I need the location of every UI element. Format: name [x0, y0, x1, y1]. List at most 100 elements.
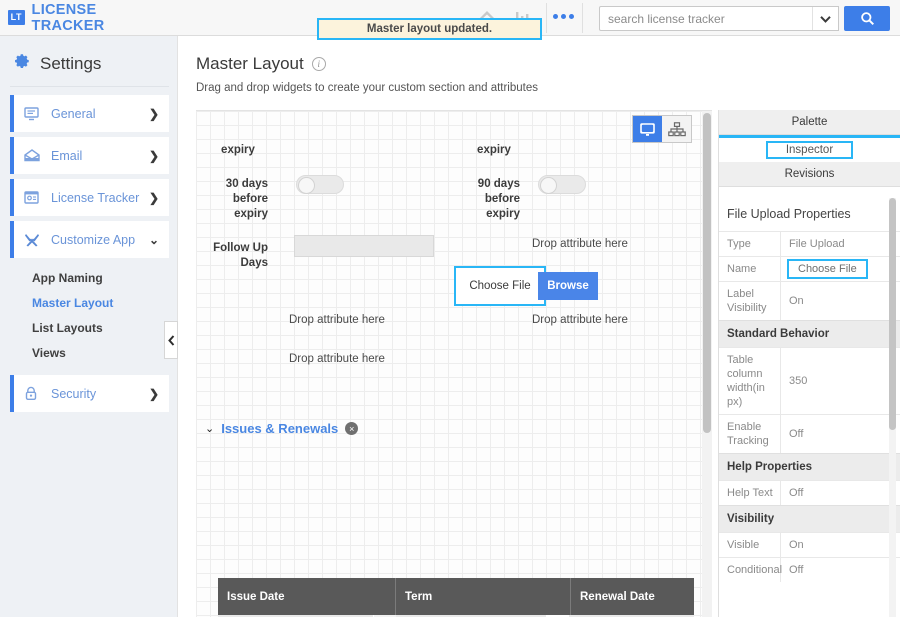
toggle-30-days[interactable]: [296, 175, 344, 194]
more-options-icon[interactable]: [553, 13, 574, 19]
property-value: On: [789, 539, 804, 551]
page-subtitle: Drag and drop widgets to create your cus…: [196, 82, 538, 94]
property-key: Visible: [719, 533, 781, 557]
section-header-issues-renewals: ⌄ Issues & Renewals ×: [205, 421, 359, 436]
property-key: Table column width(in px): [719, 348, 781, 414]
search-button[interactable]: [844, 6, 890, 31]
chevron-down-icon[interactable]: [812, 7, 838, 30]
tab-revisions[interactable]: Revisions: [719, 162, 900, 187]
tab-palette[interactable]: Palette: [719, 110, 900, 135]
sidebar-subitem-master-layout[interactable]: Master Layout: [0, 291, 177, 316]
section-title: Issues & Renewals: [221, 421, 339, 436]
inspector-panel: Palette Inspector Revisions File Upload …: [718, 110, 900, 617]
chevron-right-icon: ❯: [148, 106, 159, 121]
sidebar-item-email[interactable]: Email ❯: [10, 137, 169, 174]
sidebar-item-label: License Tracker: [51, 190, 140, 205]
property-row-help-text: Help Text Off: [719, 480, 900, 505]
chevron-right-icon: ❯: [148, 148, 159, 163]
sidebar-item-security[interactable]: Security ❯: [10, 375, 169, 412]
property-group-label: Help Properties: [727, 461, 812, 473]
toolbar-divider-1: [546, 2, 547, 33]
issues-renewals-table: Issue Date Term Renewal Date: [218, 578, 694, 617]
browse-button[interactable]: Browse: [538, 272, 598, 300]
canvas-scrollbar[interactable]: [702, 111, 712, 617]
sidebar-item-label: Security: [51, 386, 97, 401]
search-input[interactable]: [600, 11, 812, 26]
lock-icon: [24, 386, 44, 401]
sidebar-item-customize-app[interactable]: Customize App ⌄: [10, 221, 169, 258]
property-value: On: [789, 295, 804, 307]
drop-attribute-hint[interactable]: Drop attribute here: [289, 353, 385, 365]
drop-attribute-hint[interactable]: Drop attribute here: [289, 314, 385, 326]
chevron-right-icon: ❯: [148, 386, 159, 401]
sitemap-icon[interactable]: [662, 116, 691, 142]
property-value-wrap: Choose File: [781, 257, 900, 281]
license-icon: [24, 191, 44, 204]
property-key: Label Visibility: [719, 282, 781, 320]
follow-up-days-input[interactable]: [294, 235, 434, 257]
sidebar-header: Settings: [0, 36, 177, 86]
property-key: Type: [719, 232, 781, 256]
property-value: File Upload: [789, 238, 845, 250]
remove-section-icon[interactable]: ×: [345, 422, 359, 435]
sidebar-item-label: Customize App: [51, 232, 136, 247]
drop-attribute-hint[interactable]: Drop attribute here: [532, 238, 628, 250]
table-column-header: Renewal Date: [580, 590, 655, 603]
app-brand[interactable]: LT LICENSE TRACKER: [0, 2, 170, 34]
property-key: Enable Tracking: [719, 415, 781, 453]
property-row-type: Type File Upload: [719, 231, 900, 256]
monitor-icon[interactable]: [633, 116, 662, 142]
info-icon[interactable]: i: [311, 57, 326, 71]
app-logo-badge: LT: [8, 10, 25, 25]
sidebar-item-label: Email: [51, 148, 83, 163]
property-value: Off: [789, 428, 804, 440]
sidebar-subitems: App Naming Master Layout List Layouts Vi…: [0, 263, 177, 366]
tab-inspector[interactable]: Inspector: [719, 135, 900, 162]
property-group-label: Visibility: [727, 513, 775, 525]
property-value: Off: [789, 487, 804, 499]
search-box[interactable]: [599, 6, 839, 31]
property-key: Help Text: [719, 481, 781, 505]
label-90-days-before-expiry: 90 days before expiry: [477, 178, 520, 220]
layout-canvas[interactable]: expiry expiry 30 days before expiry 90 d…: [196, 110, 712, 617]
chevron-right-icon: ❯: [148, 190, 159, 205]
sidebar-item-general[interactable]: General ❯: [10, 95, 169, 132]
toggle-90-days[interactable]: [538, 175, 586, 194]
app-root: LT LICENSE TRACKER search license tracke…: [0, 0, 900, 617]
canvas-scrollbar-thumb[interactable]: [703, 113, 711, 433]
settings-sidebar: Settings General ❯ Email ❯ License Track…: [0, 36, 178, 617]
sidebar-subitem-views[interactable]: Views: [0, 341, 177, 366]
page-header: Master Layout i: [178, 36, 900, 74]
device-view-toggle: [632, 115, 692, 143]
sidebar-item-license-tracker[interactable]: License Tracker ❯: [10, 179, 169, 216]
app-title: LICENSE TRACKER: [31, 1, 105, 34]
sidebar-subitem-app-naming[interactable]: App Naming: [0, 266, 177, 291]
toolbar-divider-2: [582, 2, 583, 33]
drop-attribute-hint[interactable]: Drop attribute here: [532, 314, 628, 326]
toast-message: Master layout updated.: [366, 23, 493, 35]
property-row-visible: Visible On: [719, 532, 900, 557]
status-toast: Master layout updated.: [317, 18, 542, 40]
label-30-days-before-expiry: 30 days before expiry: [225, 178, 268, 220]
chevron-down-icon[interactable]: ⌄: [205, 422, 214, 435]
display-icon: [24, 106, 44, 121]
envelope-icon: [24, 149, 44, 162]
property-value-name[interactable]: Choose File: [787, 259, 868, 279]
property-group-visibility: Visibility: [719, 505, 900, 532]
property-value: Off: [789, 564, 804, 576]
choose-file-widget[interactable]: Choose File: [454, 266, 546, 306]
property-row-name: Name Choose File: [719, 256, 900, 281]
gear-icon: [12, 52, 31, 76]
properties-scrollbar-thumb[interactable]: [889, 198, 896, 430]
sidebar-subitem-list-layouts[interactable]: List Layouts: [0, 316, 177, 341]
table-column-header: Issue Date: [218, 578, 396, 615]
panel-tabs: Palette Inspector Revisions: [719, 110, 900, 187]
property-row-label-visibility: Label Visibility On: [719, 281, 900, 320]
label-follow-up-days: Follow Up Days: [213, 242, 268, 269]
tab-inspector-label: Inspector: [765, 141, 854, 159]
sidebar-collapse-handle[interactable]: [164, 321, 178, 359]
properties-list: File Upload Properties Type File Upload …: [719, 191, 900, 617]
table-header-row: Issue Date Term Renewal Date: [218, 578, 694, 615]
label-expiry-right: expiry: [477, 144, 511, 156]
sidebar-title: Settings: [40, 54, 102, 73]
